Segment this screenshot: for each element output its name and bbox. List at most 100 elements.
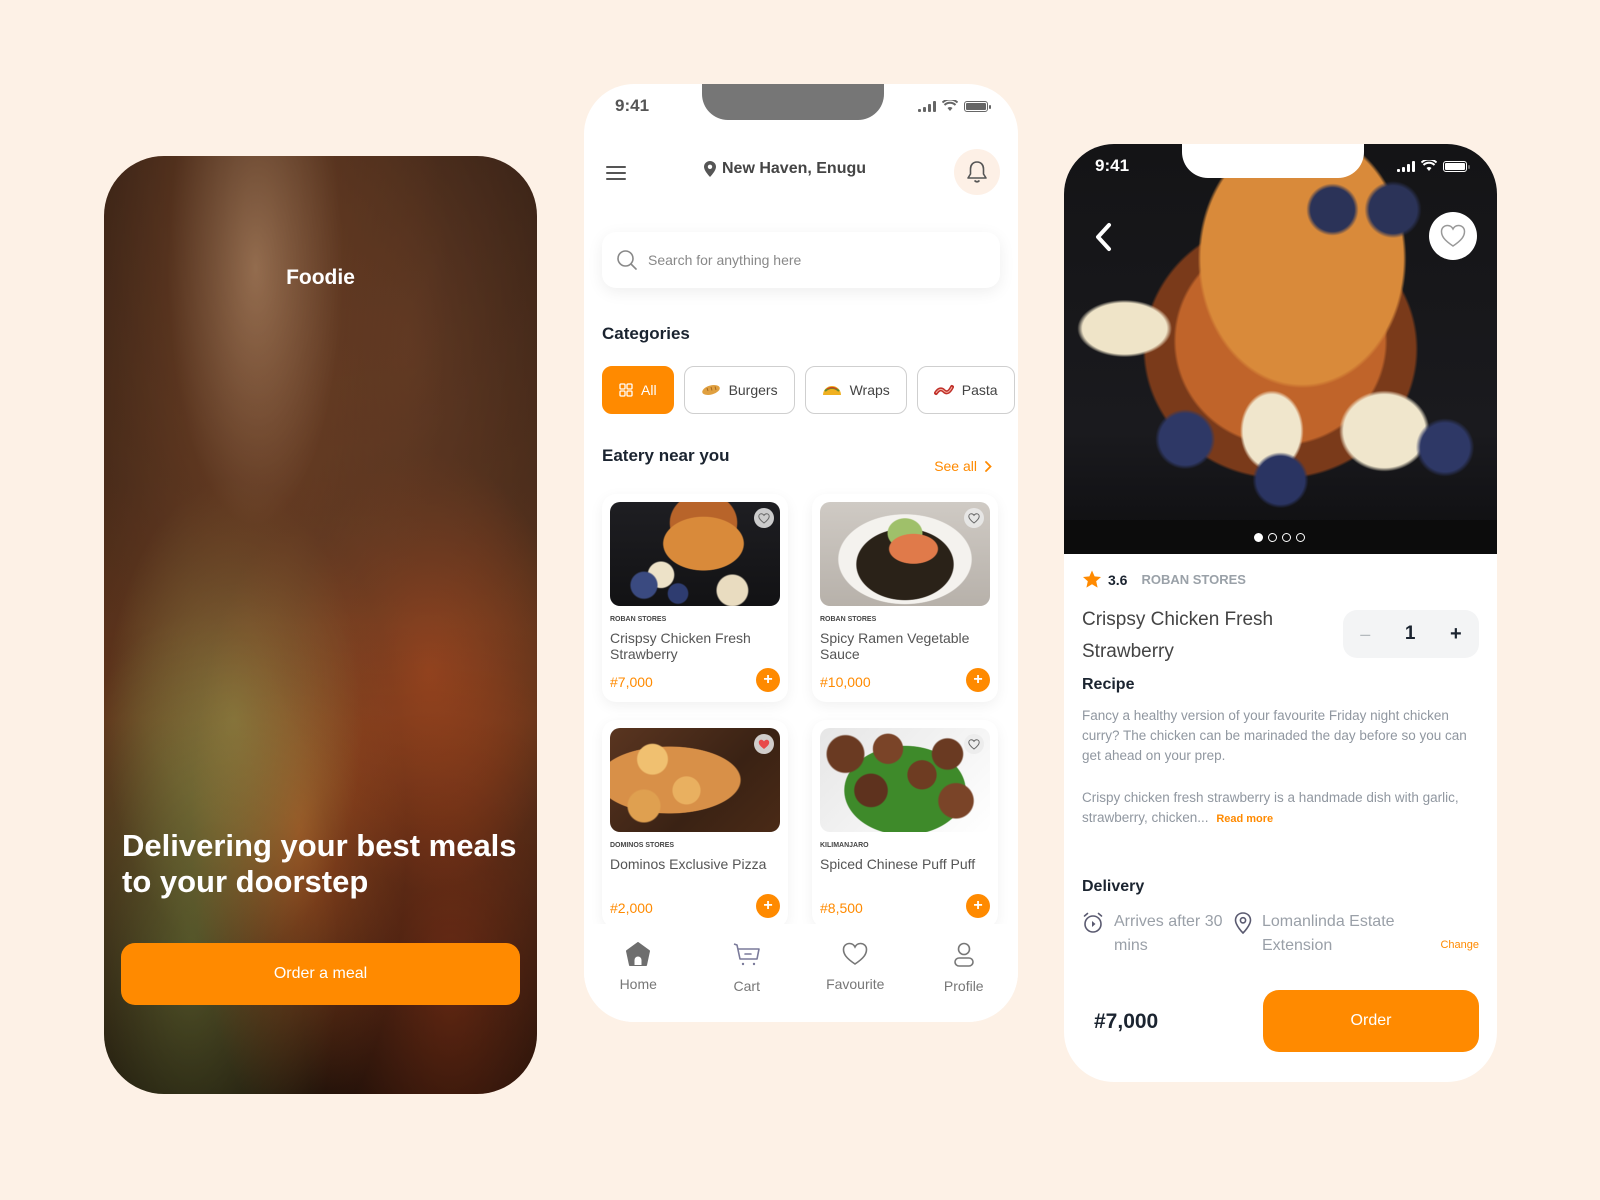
search-input[interactable] bbox=[648, 252, 948, 268]
cart-icon bbox=[733, 943, 760, 966]
tab-home[interactable]: Home bbox=[593, 942, 683, 1022]
dish-name: Crispsy Chicken Fresh Strawberry bbox=[610, 630, 751, 662]
category-label: Burgers bbox=[728, 382, 778, 398]
category-chip-all[interactable]: All bbox=[602, 366, 674, 414]
status-time: 9:41 bbox=[615, 96, 650, 115]
signal-icon bbox=[1397, 160, 1415, 172]
category-label: Wraps bbox=[849, 382, 890, 398]
phone-notch bbox=[1182, 144, 1364, 178]
dish-name: Spicy Ramen Vegetable Sauce bbox=[820, 630, 970, 662]
search-bar[interactable] bbox=[602, 232, 1000, 288]
categories-title: Categories bbox=[602, 324, 690, 343]
eatery-card[interactable]: KILIMANJARO Spiced Chinese Puff Puff #8,… bbox=[812, 720, 998, 928]
eatery-grid: ROBAN STORES Crispsy Chicken Fresh Straw… bbox=[602, 494, 998, 928]
favourite-toggle[interactable] bbox=[964, 734, 984, 754]
profile-icon bbox=[953, 942, 974, 967]
add-to-cart-button[interactable]: + bbox=[966, 894, 990, 918]
increase-quantity-button[interactable]: + bbox=[1450, 623, 1462, 646]
store-name: ROBAN STORES bbox=[820, 616, 877, 623]
category-chip-pasta[interactable]: Pasta bbox=[916, 366, 1015, 414]
brand-logo-text: Foodie bbox=[286, 266, 355, 289]
grid-icon bbox=[619, 383, 633, 397]
favourite-button[interactable] bbox=[1429, 212, 1477, 260]
chevron-left-icon bbox=[1096, 223, 1111, 251]
order-button[interactable]: Order bbox=[1263, 990, 1479, 1052]
heart-outline-icon bbox=[968, 738, 980, 750]
food-image bbox=[820, 728, 990, 832]
taco-emoji-icon bbox=[822, 386, 841, 395]
delivery-address: Lomanlinda Estate Extension bbox=[1234, 910, 1414, 958]
tab-profile[interactable]: Profile bbox=[919, 942, 1009, 1022]
store-name: DOMINOS STORES bbox=[610, 842, 675, 849]
delivery-time-text: Arrives after 30 mins bbox=[1114, 913, 1223, 954]
favourite-toggle[interactable] bbox=[754, 734, 774, 754]
food-image bbox=[610, 728, 780, 832]
order-a-meal-button[interactable]: Order a meal bbox=[121, 943, 520, 1005]
delivery-time: Arrives after 30 mins bbox=[1082, 910, 1232, 958]
dish-name: Spiced Chinese Puff Puff bbox=[820, 856, 976, 872]
alarm-clock-icon bbox=[1083, 912, 1103, 933]
recipe-summary: Crispy chicken fresh strawberry is a han… bbox=[1082, 788, 1479, 829]
tab-cart[interactable]: Cart bbox=[702, 942, 792, 1022]
favourite-toggle[interactable] bbox=[964, 508, 984, 528]
tab-label: Cart bbox=[733, 978, 760, 994]
tab-favourite[interactable]: Favourite bbox=[810, 942, 900, 1022]
dish-title: Crispsy Chicken Fresh Strawberry bbox=[1082, 609, 1274, 662]
carousel-dot[interactable] bbox=[1282, 533, 1291, 542]
detail-screen: 9:41 3.6 ROBAN STORES Crispsy Chicken Fr… bbox=[1064, 144, 1497, 1082]
rating-value: 3.6 bbox=[1108, 571, 1128, 588]
bread-emoji-icon bbox=[701, 385, 720, 395]
wifi-icon bbox=[1421, 160, 1437, 171]
eatery-card[interactable]: DOMINOS STORES Dominos Exclusive Pizza #… bbox=[602, 720, 788, 928]
heart-outline-icon bbox=[1440, 224, 1466, 247]
carousel-dot[interactable] bbox=[1296, 533, 1305, 542]
back-button[interactable] bbox=[1094, 222, 1112, 261]
carousel-dot[interactable] bbox=[1268, 533, 1277, 542]
status-icons bbox=[918, 100, 991, 112]
category-chip-burgers[interactable]: Burgers bbox=[683, 366, 795, 414]
rating-row: 3.6 ROBAN STORES bbox=[1082, 570, 1246, 589]
see-all-link[interactable]: See all bbox=[934, 458, 992, 474]
location-pin-icon bbox=[1234, 912, 1252, 934]
home-screen: 9:41 New Haven, Enugu Categories All Bur… bbox=[584, 84, 1018, 1022]
change-address-link[interactable]: Change bbox=[1440, 939, 1479, 951]
heart-filled-icon bbox=[758, 739, 770, 749]
chevron-right-icon bbox=[985, 460, 992, 472]
notification-button[interactable] bbox=[954, 149, 1000, 195]
category-label: Pasta bbox=[961, 382, 998, 398]
read-more-link[interactable]: Read more bbox=[1216, 813, 1273, 825]
location-label: New Haven, Enugu bbox=[722, 160, 867, 177]
eatery-card[interactable]: ROBAN STORES Crispsy Chicken Fresh Straw… bbox=[602, 494, 788, 702]
battery-icon bbox=[964, 100, 991, 112]
location-selector[interactable]: New Haven, Enugu bbox=[704, 160, 866, 178]
delivery-title: Delivery bbox=[1082, 878, 1145, 895]
dish-price: #2,000 bbox=[610, 900, 653, 916]
quantity-stepper: – 1 + bbox=[1343, 610, 1479, 658]
delivery-address-text: Lomanlinda Estate Extension bbox=[1262, 913, 1395, 954]
category-chip-wraps[interactable]: Wraps bbox=[804, 366, 907, 414]
food-image bbox=[820, 502, 990, 606]
heart-outline-icon bbox=[758, 512, 770, 524]
tab-label: Home bbox=[619, 976, 657, 992]
tab-label: Profile bbox=[943, 978, 984, 994]
signal-icon bbox=[918, 100, 936, 112]
heart-outline-icon bbox=[968, 512, 980, 524]
bell-icon bbox=[967, 161, 987, 183]
battery-icon bbox=[1443, 160, 1470, 172]
favourite-toggle[interactable] bbox=[754, 508, 774, 528]
heart-icon bbox=[842, 942, 868, 965]
add-to-cart-button[interactable]: + bbox=[966, 668, 990, 692]
menu-icon[interactable] bbox=[606, 166, 626, 180]
star-icon bbox=[1083, 570, 1101, 588]
store-name: KILIMANJARO bbox=[820, 842, 869, 849]
eatery-title: Eatery near you bbox=[602, 446, 730, 465]
store-name: ROBAN STORES bbox=[1141, 572, 1246, 587]
carousel-dot-active[interactable] bbox=[1254, 533, 1263, 542]
category-label: All bbox=[641, 382, 657, 398]
status-time: 9:41 bbox=[1095, 156, 1130, 175]
decrease-quantity-button[interactable]: – bbox=[1360, 624, 1370, 645]
dish-price: #10,000 bbox=[820, 674, 871, 690]
add-to-cart-button[interactable]: + bbox=[756, 668, 780, 692]
add-to-cart-button[interactable]: + bbox=[756, 894, 780, 918]
eatery-card[interactable]: ROBAN STORES Spicy Ramen Vegetable Sauce… bbox=[812, 494, 998, 702]
